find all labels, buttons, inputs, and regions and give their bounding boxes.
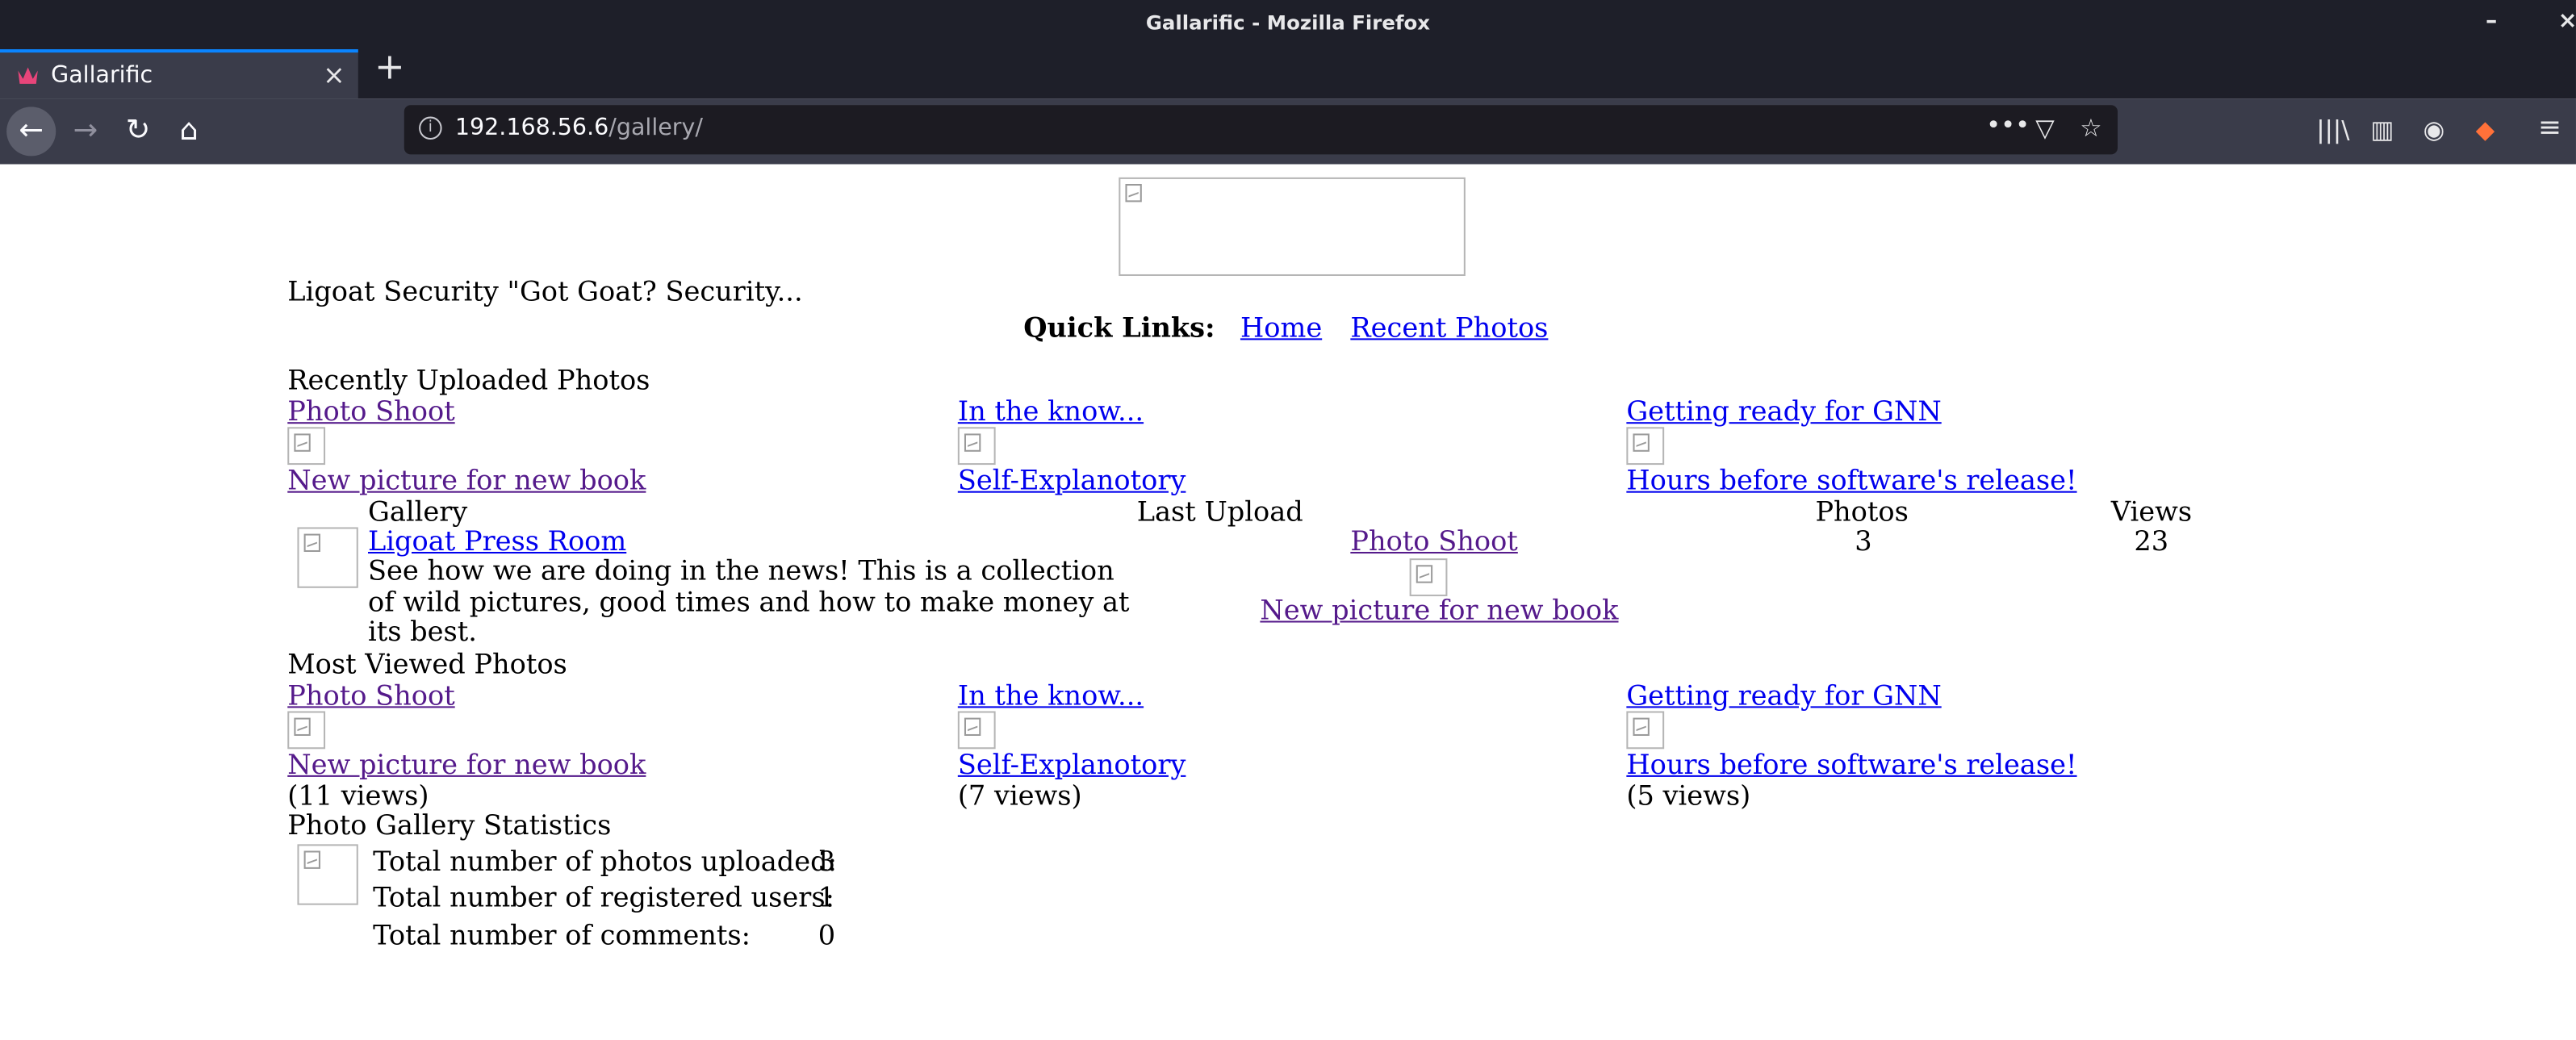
stat-value: 0 (818, 919, 836, 951)
extension-icon[interactable]: ◆ (2476, 115, 2495, 144)
most-viewed-title[interactable]: Getting ready for GNN (1626, 680, 1941, 712)
most-viewed-title[interactable]: In the know... (958, 680, 1144, 712)
recent-photo-caption[interactable]: Hours before software's release! (1626, 465, 2076, 496)
recent-photo-thumbnail[interactable] (957, 427, 996, 466)
most-viewed-thumbnail[interactable] (957, 711, 996, 750)
last-upload-column-header: Last Upload (1136, 495, 1303, 528)
broken-image-icon (1125, 183, 1142, 203)
quick-link-home[interactable]: Home (1240, 312, 1322, 344)
site-logo-image (1119, 177, 1466, 276)
broken-image-icon (1633, 717, 1650, 736)
gallery-column-header: Gallery (367, 495, 468, 528)
most-viewed-caption[interactable]: Self-Explanotory (958, 749, 1186, 780)
gallarific-favicon-icon (18, 67, 38, 84)
recent-photo-caption[interactable]: New picture for new book (287, 465, 646, 496)
stat-value: 1 (818, 882, 836, 913)
account-icon[interactable]: ◉ (2423, 115, 2445, 144)
most-viewed-views: (5 views) (1626, 779, 1751, 812)
window-titlebar: Gallarific - Mozilla Firefox – × (0, 0, 2576, 46)
broken-image-icon (1633, 433, 1650, 452)
site-tagline: Ligoat Security "Got Goat? Security... (287, 275, 803, 307)
broken-image-icon (294, 717, 311, 736)
broken-image-icon (1416, 565, 1433, 583)
quick-link-recent-photos[interactable]: Recent Photos (1350, 312, 1548, 344)
broken-image-icon (303, 850, 320, 869)
quick-links-label: Quick Links: (1023, 311, 1215, 344)
broken-image-icon (964, 717, 981, 736)
sidebar-icon[interactable]: ▥ (2371, 115, 2394, 144)
tab-strip: Gallarific × + (0, 45, 2576, 99)
gallery-thumbnail[interactable] (297, 527, 358, 588)
recent-photo-thumbnail[interactable] (1626, 427, 1665, 466)
minimize-button[interactable]: – (2486, 8, 2497, 35)
stat-label: Total number of photos uploaded: (373, 846, 837, 878)
pocket-icon[interactable]: ▽ (2035, 113, 2055, 143)
navigation-toolbar: ← → ↻ ⌂ i 192.168.56.6/gallery/ ••• ▽ ☆ … (0, 98, 2576, 165)
most-viewed-caption[interactable]: New picture for new book (287, 749, 646, 780)
bookmark-star-icon[interactable]: ☆ (2080, 113, 2101, 143)
recent-photo-caption[interactable]: Self-Explanotory (958, 465, 1186, 496)
broken-image-icon (964, 433, 981, 452)
most-viewed-heading: Most Viewed Photos (287, 649, 567, 680)
stat-value: 3 (818, 846, 836, 878)
url-path: /gallery/ (608, 115, 703, 142)
site-info-icon[interactable]: i (419, 116, 442, 140)
page-content: Ligoat Security "Got Goat? Security... Q… (0, 164, 2576, 1040)
reload-button[interactable]: ↻ (113, 107, 162, 156)
last-upload-thumbnail[interactable] (1409, 558, 1448, 596)
broken-image-icon (303, 533, 320, 552)
most-viewed-caption[interactable]: Hours before software's release! (1626, 749, 2076, 780)
tab-label: Gallarific (51, 62, 153, 89)
gallery-description: See how we are doing in the news! This i… (367, 555, 1130, 648)
most-viewed-views: (7 views) (957, 779, 1082, 812)
forward-button[interactable]: → (61, 107, 110, 156)
library-icon[interactable]: |||\ (2316, 115, 2349, 144)
recent-photo-thumbnail[interactable] (287, 427, 326, 466)
tab-gallarific[interactable]: Gallarific × (0, 49, 358, 99)
stats-icon-image (297, 844, 358, 905)
last-upload-caption[interactable]: New picture for new book (1260, 595, 1618, 626)
gallery-name-link[interactable]: Ligoat Press Room (368, 525, 626, 557)
most-viewed-views: (11 views) (287, 779, 429, 812)
menu-icon[interactable]: ≡ (2538, 111, 2561, 144)
last-upload-title[interactable]: Photo Shoot (1350, 525, 1517, 557)
window-title: Gallarific - Mozilla Firefox (1145, 11, 1431, 35)
views-column-header: Views (2110, 495, 2193, 528)
stat-label: Total number of registered users: (373, 882, 834, 913)
tab-close-icon[interactable]: × (323, 59, 345, 90)
most-viewed-thumbnail[interactable] (1626, 711, 1665, 750)
address-bar[interactable]: i 192.168.56.6/gallery/ ••• ▽ ☆ (404, 105, 2118, 155)
most-viewed-title[interactable]: Photo Shoot (287, 680, 454, 712)
most-viewed-thumbnail[interactable] (287, 711, 326, 750)
new-tab-button[interactable]: + (374, 48, 405, 89)
recent-photo-title[interactable]: Getting ready for GNN (1626, 396, 1941, 428)
gallery-views-count: 23 (2134, 525, 2169, 558)
url-text[interactable]: 192.168.56.6/gallery/ (455, 115, 703, 141)
broken-image-icon (294, 433, 311, 452)
gallery-photos-count: 3 (1855, 525, 1872, 558)
photos-column-header: Photos (1815, 495, 1909, 528)
recent-photos-heading: Recently Uploaded Photos (287, 364, 650, 396)
recent-photo-title[interactable]: In the know... (958, 396, 1144, 428)
home-button[interactable]: ⌂ (165, 107, 214, 156)
stat-label: Total number of comments: (373, 919, 751, 951)
back-button[interactable]: ← (6, 107, 56, 157)
close-window-button[interactable]: × (2558, 8, 2576, 35)
recent-photo-title[interactable]: Photo Shoot (287, 396, 454, 428)
url-host: 192.168.56.6 (454, 115, 609, 142)
page-actions-icon[interactable]: ••• (1986, 110, 2030, 140)
stats-heading: Photo Gallery Statistics (287, 809, 612, 842)
